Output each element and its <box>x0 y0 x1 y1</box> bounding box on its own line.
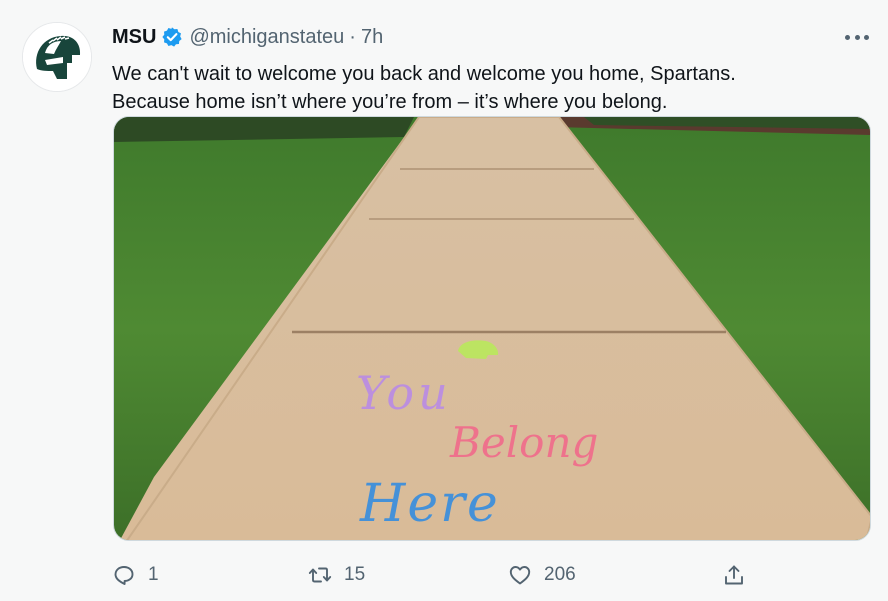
sidewalk-photo: You Belong Here <box>114 117 870 540</box>
reply-icon <box>114 566 134 585</box>
timestamp[interactable]: 7h <box>361 26 383 49</box>
author-handle[interactable]: @michiganstateu <box>189 26 344 49</box>
verified-badge-icon <box>161 26 183 48</box>
reply-button[interactable]: 1 <box>112 560 159 590</box>
tweet-text-line: Because home isn’t where you’re from – i… <box>112 91 668 113</box>
retweet-button[interactable]: 15 <box>308 560 365 590</box>
author-name[interactable]: MSU <box>112 26 156 49</box>
chalk-word-belong: Belong <box>449 418 598 467</box>
retweet-count: 15 <box>344 564 366 585</box>
like-button[interactable]: 206 <box>508 560 576 590</box>
heart-icon <box>509 566 531 585</box>
tweet[interactable]: MSU @michiganstateu · 7h We can't wait t… <box>0 0 888 601</box>
tweet-text-line: We can't wait to welcome you back and we… <box>112 63 736 85</box>
tweet-photo[interactable]: You Belong Here <box>113 116 871 541</box>
more-dot <box>854 34 860 40</box>
tweet-header: MSU @michiganstateu · 7h <box>112 24 383 50</box>
more-dot <box>864 34 869 40</box>
retweet-icon <box>308 567 332 583</box>
separator-dot: · <box>349 25 356 48</box>
chalk-word-here: Here <box>359 474 500 534</box>
tweet-text: We can't wait to welcome you back and we… <box>112 60 872 116</box>
reply-count: 1 <box>148 564 159 585</box>
more-dot <box>845 34 850 40</box>
chalk-word-you: You <box>356 366 452 420</box>
more-options-icon[interactable] <box>842 30 872 44</box>
avatar[interactable] <box>22 22 92 92</box>
spartan-helmet-icon <box>23 23 91 91</box>
share-button[interactable] <box>722 560 758 590</box>
tweet-actions: 1 15 206 <box>110 560 760 590</box>
share-icon <box>725 565 743 585</box>
like-count: 206 <box>544 564 576 585</box>
